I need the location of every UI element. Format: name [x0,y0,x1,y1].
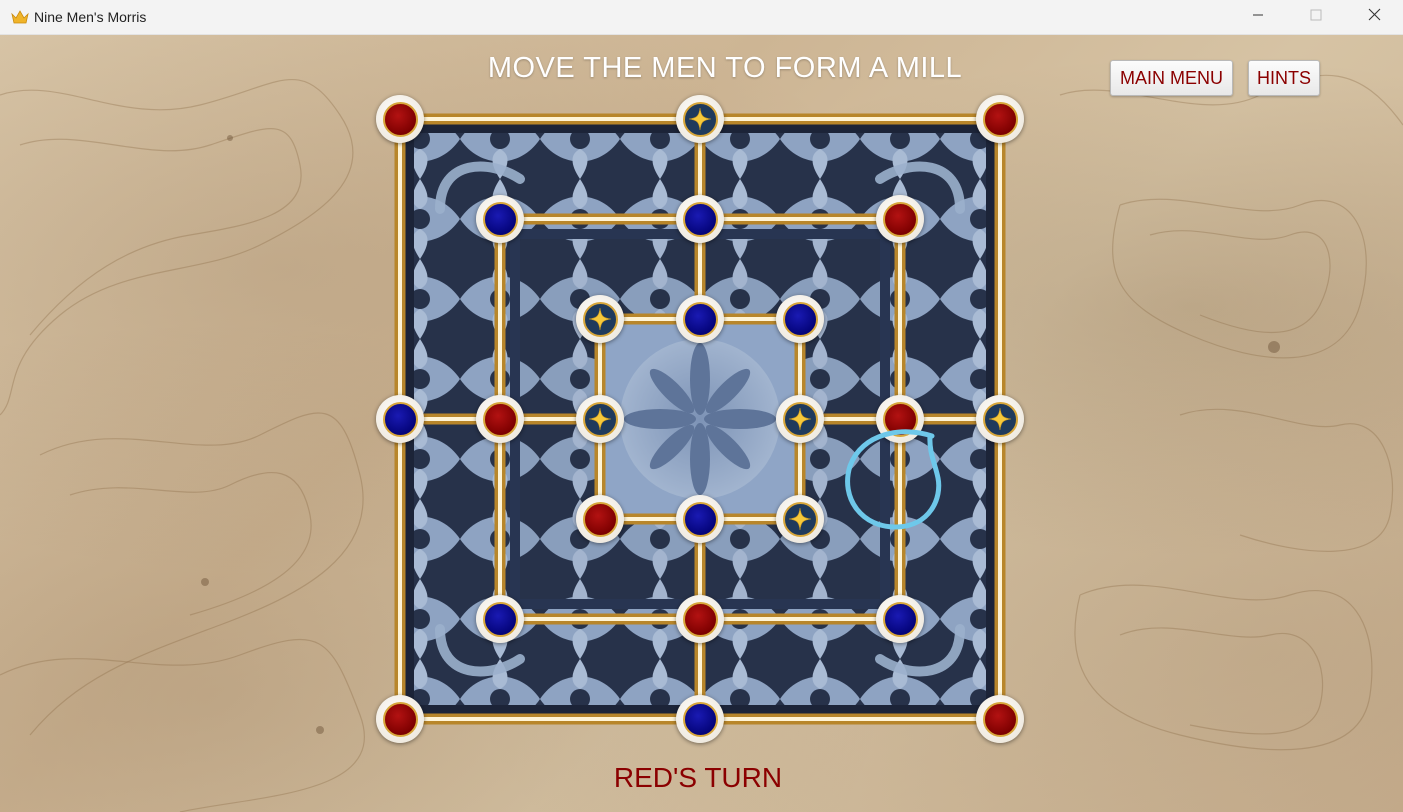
blue-piece[interactable] [382,401,418,437]
board-point-d2[interactable] [676,595,724,643]
blue-piece[interactable] [482,201,518,237]
empty-point-star-icon [682,101,718,137]
game-area: MOVE THE MEN TO FORM A MILL MAIN MENU HI… [0,35,1403,812]
red-piece[interactable] [482,401,518,437]
board-point-b6[interactable] [476,195,524,243]
board-point-e4[interactable] [776,395,824,443]
board-point-a4[interactable] [376,395,424,443]
board-point-d1[interactable] [676,695,724,743]
blue-piece[interactable] [682,701,718,737]
game-board [376,95,1024,743]
board-point-e3[interactable] [776,495,824,543]
board-point-e5[interactable] [776,295,824,343]
turn-indicator: RED'S TURN [613,762,783,793]
crown-icon [11,8,29,26]
board-point-a1[interactable] [376,695,424,743]
board-point-c4[interactable] [576,395,624,443]
empty-point-star-icon [782,501,818,537]
empty-point-star-icon [782,401,818,437]
board-point-d7[interactable] [676,95,724,143]
board-point-f6[interactable] [876,195,924,243]
title-bar: Nine Men's Morris [0,0,1403,35]
board-point-g7[interactable] [976,95,1024,143]
red-piece[interactable] [682,601,718,637]
board-point-a7[interactable] [376,95,424,143]
red-piece[interactable] [982,701,1018,737]
board-point-f2[interactable] [876,595,924,643]
minimize-button[interactable] [1229,0,1287,34]
board-point-g1[interactable] [976,695,1024,743]
close-button[interactable] [1345,0,1403,34]
blue-piece[interactable] [882,601,918,637]
board-point-d6[interactable] [676,195,724,243]
empty-point-star-icon [582,401,618,437]
board-point-b4[interactable] [476,395,524,443]
blue-piece[interactable] [782,301,818,337]
highlight-circle [845,429,942,530]
red-piece[interactable] [582,501,618,537]
blue-piece[interactable] [682,201,718,237]
maximize-button[interactable] [1287,0,1345,34]
board-point-g4[interactable] [976,395,1024,443]
board-point-b2[interactable] [476,595,524,643]
blue-piece[interactable] [682,301,718,337]
board-point-d5[interactable] [676,295,724,343]
main-menu-button[interactable]: MAIN MENU [1110,60,1233,96]
red-piece[interactable] [382,701,418,737]
close-icon [1368,8,1381,26]
blue-piece[interactable] [482,601,518,637]
empty-point-star-icon [982,401,1018,437]
hints-button[interactable]: HINTS [1248,60,1320,96]
red-piece[interactable] [982,101,1018,137]
red-piece[interactable] [882,201,918,237]
instruction-banner: MOVE THE MEN TO FORM A MILL [487,52,963,84]
board-point-d3[interactable] [676,495,724,543]
empty-point-star-icon [582,301,618,337]
window-title: Nine Men's Morris [34,9,147,25]
minimize-icon [1252,8,1264,26]
red-piece[interactable] [382,101,418,137]
maximize-icon [1310,8,1322,26]
blue-piece[interactable] [682,501,718,537]
board-point-c5[interactable] [576,295,624,343]
board-point-c3[interactable] [576,495,624,543]
